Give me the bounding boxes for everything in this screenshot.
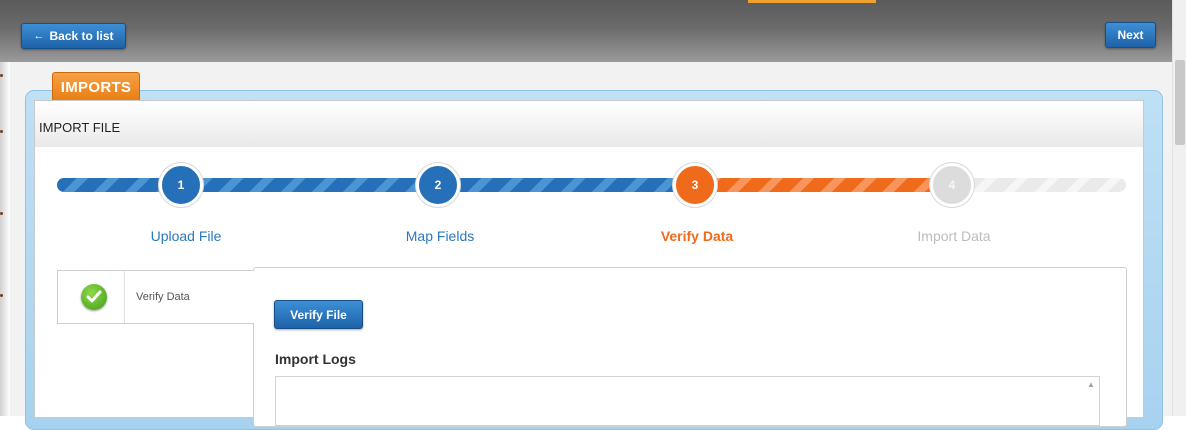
- back-to-list-button[interactable]: ← Back to list: [21, 23, 126, 49]
- top-toolbar: ← Back to list Next: [0, 0, 1172, 63]
- check-circle-icon: [81, 284, 107, 310]
- progress-track-complete: [57, 178, 697, 192]
- panel-title: IMPORT FILE: [39, 120, 121, 135]
- step-2-label[interactable]: Map Fields: [340, 228, 540, 244]
- scroll-up-icon[interactable]: ▲: [1085, 380, 1097, 390]
- verify-file-label: Verify File: [290, 307, 347, 322]
- step-1-marker[interactable]: 1: [159, 163, 203, 207]
- back-button-label: Back to list: [49, 29, 114, 43]
- scrollbar-thumb[interactable]: [1175, 60, 1185, 145]
- side-tab-label: Verify Data: [136, 291, 190, 303]
- verify-file-button[interactable]: Verify File: [274, 300, 363, 329]
- import-logs-title: Import Logs: [275, 351, 356, 367]
- step-3-marker[interactable]: 3: [673, 163, 717, 207]
- import-logs-textarea[interactable]: ▲: [275, 376, 1100, 426]
- imports-tab[interactable]: IMPORTS: [52, 72, 140, 101]
- toolbar-accent: [748, 0, 876, 3]
- arrow-left-icon: ←: [33, 30, 45, 42]
- panel-header: IMPORT FILE: [34, 100, 1144, 148]
- side-tab-verify-data[interactable]: Verify Data: [57, 270, 254, 324]
- step-4-label: Import Data: [917, 228, 991, 244]
- step-3-label[interactable]: Verify Data: [597, 228, 797, 244]
- progress-track-current: [690, 178, 940, 192]
- side-tab-divider: [124, 271, 125, 323]
- step-2-marker[interactable]: 2: [416, 163, 460, 207]
- step-1-label[interactable]: Upload File: [86, 228, 286, 244]
- page-scrollbar[interactable]: [1172, 0, 1186, 416]
- step-4-marker: 4: [930, 163, 974, 207]
- next-button-label: Next: [1117, 28, 1144, 42]
- left-edge-marks: [0, 62, 4, 416]
- next-button[interactable]: Next: [1105, 22, 1156, 48]
